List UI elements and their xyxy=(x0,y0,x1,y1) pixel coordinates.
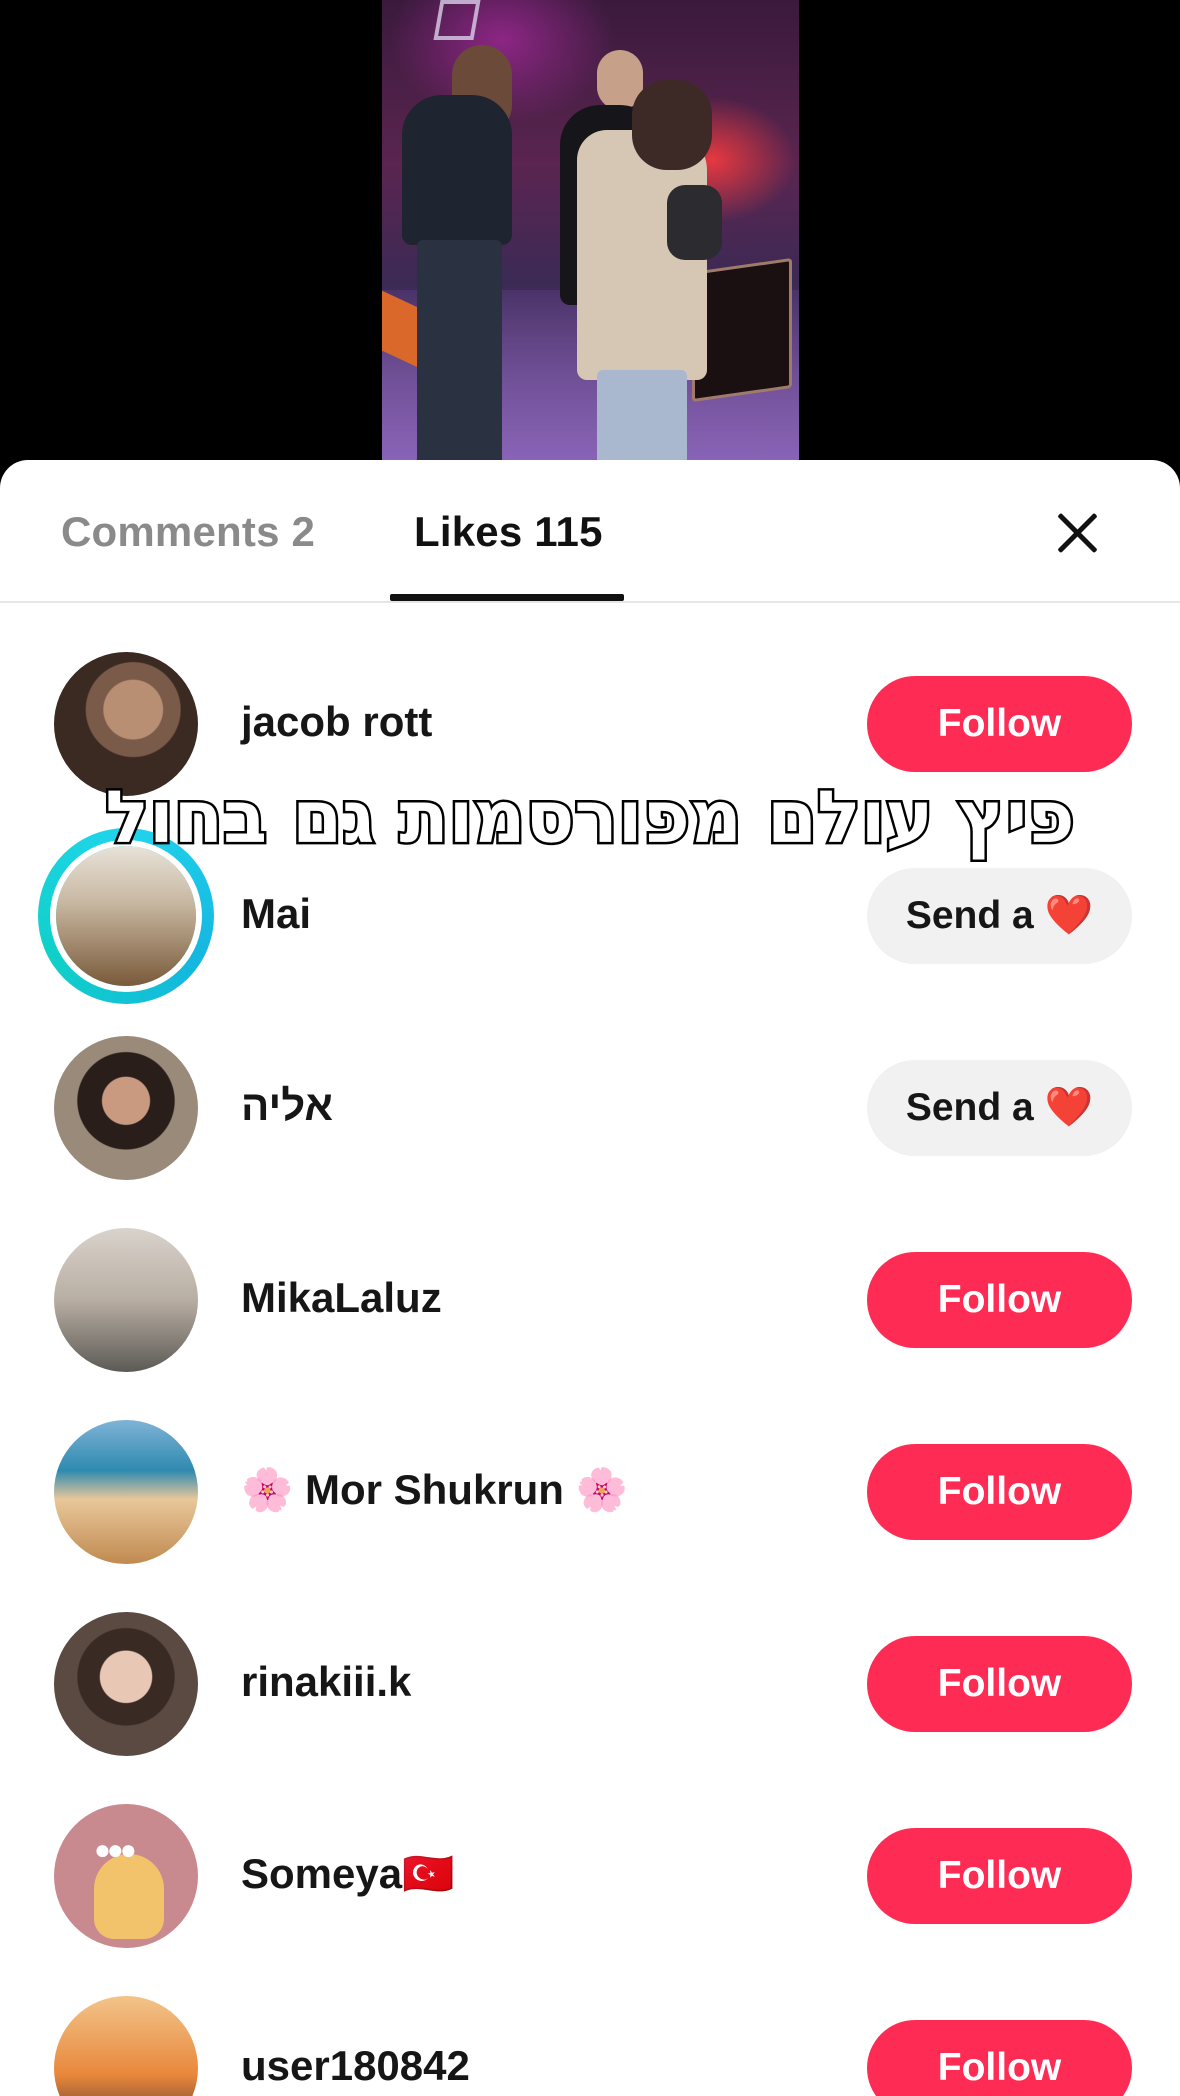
username[interactable]: 🌸 Mor Shukrun 🌸 xyxy=(241,1466,628,1515)
username[interactable]: אליה xyxy=(241,1082,333,1130)
list-item[interactable]: MikaLaluz Follow xyxy=(0,1179,1180,1372)
list-item[interactable]: rinakiii.k Follow xyxy=(0,1563,1180,1756)
video-player[interactable] xyxy=(0,0,1180,470)
video-frame xyxy=(382,0,799,470)
follow-button[interactable]: Follow xyxy=(867,676,1132,772)
username[interactable]: MikaLaluz xyxy=(241,1274,442,1322)
likes-sheet: Comments 2 Likes 115 jacob rott Follow M… xyxy=(0,460,1180,2096)
follow-button[interactable]: Follow xyxy=(867,1444,1132,1540)
follow-button[interactable]: Follow xyxy=(867,1828,1132,1924)
avatar[interactable] xyxy=(54,1612,198,1756)
follow-button[interactable]: Follow xyxy=(867,1252,1132,1348)
list-item[interactable]: 🌸 Mor Shukrun 🌸 Follow xyxy=(0,1371,1180,1564)
username[interactable]: Mai xyxy=(241,890,311,938)
avatar[interactable] xyxy=(54,1996,198,2096)
sheet-tabs: Comments 2 Likes 115 xyxy=(0,460,1180,603)
tab-comments[interactable]: Comments 2 xyxy=(61,508,315,556)
list-item[interactable]: user180842 Follow xyxy=(0,1947,1180,2096)
avatar[interactable] xyxy=(54,1036,198,1180)
list-item[interactable]: אליה Send a ❤️ xyxy=(0,987,1180,1180)
send-heart-button[interactable]: Send a ❤️ xyxy=(867,868,1132,964)
avatar[interactable] xyxy=(54,1228,198,1372)
username[interactable]: jacob rott xyxy=(241,698,432,746)
close-icon[interactable] xyxy=(1050,505,1106,561)
username[interactable]: user180842 xyxy=(241,2042,470,2090)
avatar[interactable] xyxy=(54,1420,198,1564)
username[interactable]: Someya🇹🇷 xyxy=(241,1850,454,1899)
list-item[interactable]: ●●● Someya🇹🇷 Follow xyxy=(0,1755,1180,1948)
active-tab-indicator xyxy=(390,594,624,601)
username[interactable]: rinakiii.k xyxy=(241,1658,411,1706)
list-item[interactable]: jacob rott Follow xyxy=(0,603,1180,796)
tab-likes[interactable]: Likes 115 xyxy=(414,508,603,556)
follow-button[interactable]: Follow xyxy=(867,2020,1132,2096)
send-heart-button[interactable]: Send a ❤️ xyxy=(867,1060,1132,1156)
video-caption: פיץ עולם מפורסמות גם בחול xyxy=(103,773,1077,862)
avatar[interactable]: ●●● xyxy=(54,1804,198,1948)
follow-button[interactable]: Follow xyxy=(867,1636,1132,1732)
